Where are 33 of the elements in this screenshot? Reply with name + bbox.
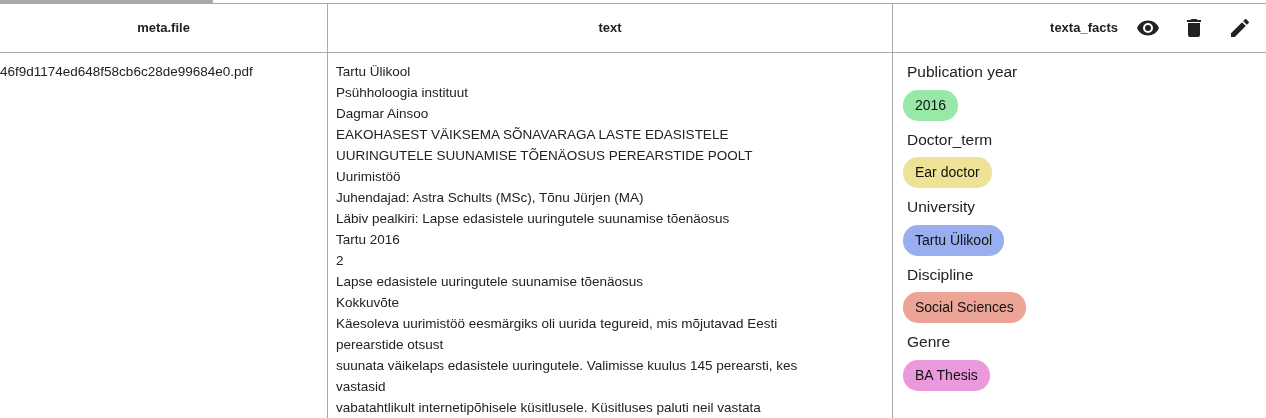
column-header: text [598,19,622,38]
column-header: texta_facts [1050,19,1118,38]
fact-label: Genre [906,332,952,352]
fact-label: Doctor_term [906,129,994,150]
column-header: meta.file [137,19,190,38]
text-line: Tartu 2016 [336,231,401,249]
fact-tag[interactable]: Ear doctor [903,157,992,189]
scrollbar[interactable] [0,0,213,3]
text-line: UURINGUTELE SUUNAMISE TÕENÄOSUS PEREARSTIDE POOLT [336,147,754,165]
fact-label: Discipline [906,264,975,285]
text-line: Läbiv pealkiri: Lapse edasistele uuringutele suunamise tõenäosus [336,210,731,228]
fact-tag[interactable]: 2016 [903,89,959,121]
fact-tag[interactable]: Social Sciences [903,292,1026,324]
text-line: Lapse edasistele uuringutele suunamise tõenäosus [336,273,644,291]
text-line: Tartu Ülikool [336,63,412,81]
fact-tag[interactable]: Tartu Ülikool [903,224,1005,256]
text-line: suunata väikelaps edasistele uuringutele. Valimisse kuulus 145 perearsti, kes [336,357,799,375]
fact-tag[interactable]: BA Thesis [903,359,990,391]
fact-label: University [906,197,977,217]
text-line: Juhendajad: Astra Schults (MSc), Tõnu Jürjen (MA) [336,189,645,207]
text-line: perearstide otsust [336,336,445,354]
text-line: EAKOHASEST VÄIKSEMA SÕNAVARAGA LASTE EDASISTELE [336,126,730,144]
text-line: Dagmar Ainsoo [336,105,430,123]
text-line: Uurimistöö [336,168,402,186]
text-line: 2 [336,252,345,270]
text-line: Psühholoogia instituut [336,84,470,102]
text-line: vastasid [336,378,387,396]
text-line: Käesoleva uurimistöö eesmärgiks oli uurida tegureid, mis mõjutavad Eesti [336,315,779,333]
text-line: vabatahtlikult internetipõhisele küsitlusele. Küsitluses paluti neil vastata [336,399,762,417]
fact-label: Publication year [906,62,1019,82]
text-line: Kokkuvõte [336,294,401,312]
edit-icon [1228,16,1252,40]
file-name: 46f9d1174ed648f58cb6c28de99684e0.pdf [0,63,254,81]
